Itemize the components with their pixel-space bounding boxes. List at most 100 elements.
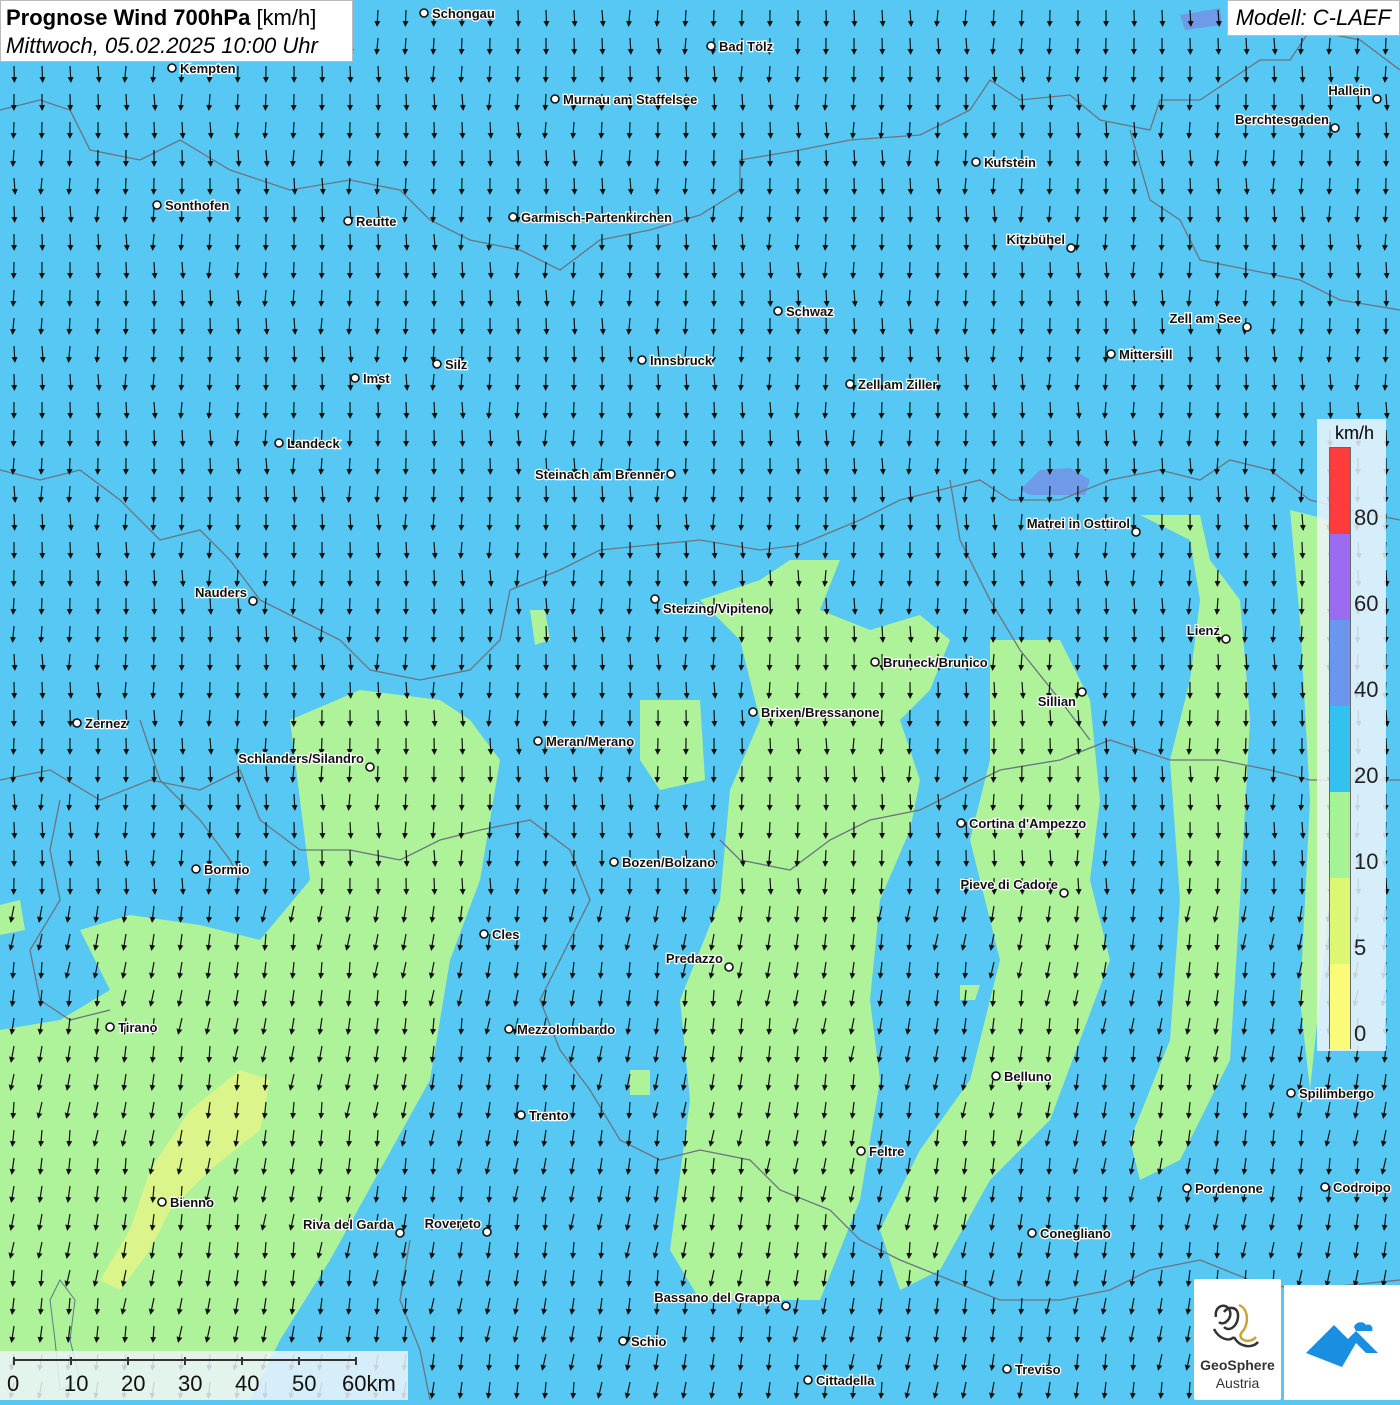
wind-map[interactable]: SchongauBad TölzKemptenMurnau am Staffel… (0, 0, 1400, 1400)
wind-arrow (713, 178, 714, 192)
wind-arrow (937, 122, 938, 136)
wind-arrow (1273, 458, 1274, 472)
wind-arrow (13, 122, 14, 136)
wind-arrow (461, 654, 462, 668)
wind-arrow (377, 318, 378, 332)
wind-arrow (1217, 570, 1218, 584)
wind-arrow (1161, 402, 1162, 416)
city-dot-icon (396, 1229, 404, 1237)
city-marker[interactable]: Zell am Ziller (846, 377, 937, 392)
scale-tick (241, 1357, 243, 1365)
wind-arrow (97, 178, 98, 192)
wind-arrow (406, 850, 407, 864)
wind-arrow (910, 794, 911, 808)
city-label: Cles (492, 927, 519, 942)
wind-arrow (630, 822, 631, 836)
wind-arrow (574, 626, 575, 640)
wind-arrow (713, 10, 714, 24)
city-dot-icon (957, 819, 965, 827)
legend-segment (1330, 792, 1350, 878)
wind-arrow (41, 290, 42, 304)
city-label: Treviso (1015, 1362, 1061, 1377)
wind-arrow (461, 206, 462, 220)
wind-arrow (490, 430, 491, 444)
wind-arrow (42, 682, 43, 696)
city-marker[interactable]: Cortina d'Ampezzo (957, 816, 1086, 831)
city-dot-icon (249, 597, 257, 605)
city-marker[interactable]: Steinach am Brenner (535, 467, 675, 482)
city-marker[interactable]: Mezzolombardo (505, 1022, 615, 1037)
wind-arrow (1161, 94, 1162, 108)
wind-arrow (881, 710, 882, 724)
city-label: Schongau (432, 6, 495, 21)
wind-arrow (461, 38, 462, 52)
wind-arrow (601, 570, 602, 584)
wind-arrow (41, 766, 42, 780)
wind-arrow (322, 654, 323, 668)
wind-arrow (1022, 94, 1023, 108)
city-marker[interactable]: Bozen/Bolzano (610, 855, 715, 870)
wind-arrow (237, 94, 238, 108)
city-dot-icon (1243, 323, 1251, 331)
city-marker[interactable]: Murnau am Staffelsee (551, 92, 697, 107)
wind-arrow (741, 346, 742, 360)
city-label: Zernez (85, 716, 127, 731)
wind-arrow (1385, 206, 1386, 220)
city-label: Tirano (118, 1020, 158, 1035)
city-dot-icon (1107, 350, 1115, 358)
wind-arrow (1077, 346, 1078, 360)
wind-arrow (574, 486, 575, 500)
city-label: Bruneck/Brunico (883, 655, 988, 670)
wind-arrow (1049, 654, 1050, 668)
wind-arrow (1329, 178, 1330, 192)
title-unit: [km/h] (256, 5, 316, 30)
wind-arrow (1106, 290, 1107, 304)
city-marker[interactable]: Bruneck/Brunico (871, 655, 988, 670)
partner-logo[interactable] (1284, 1285, 1400, 1400)
wind-arrow (210, 598, 211, 612)
geosphere-logo[interactable]: GeoSphere Austria (1194, 1279, 1281, 1400)
city-dot-icon (619, 1337, 627, 1345)
wind-arrow (1050, 710, 1051, 724)
city-marker[interactable]: Sonthofen (153, 198, 229, 213)
wind-arrow (1021, 794, 1022, 808)
city-marker[interactable]: Meran/Merano (534, 734, 634, 749)
wind-arrow (1302, 66, 1303, 80)
city-marker[interactable]: Brixen/Bressanone (749, 705, 880, 720)
wind-arrow (994, 542, 995, 556)
wind-arrow (685, 318, 686, 332)
city-marker[interactable]: Innsbruck (638, 353, 713, 368)
wind-arrow (546, 766, 547, 780)
wind-arrow (993, 318, 994, 332)
city-marker[interactable]: Pordenone (1183, 1181, 1263, 1196)
wind-arrow (125, 486, 126, 500)
wind-arrow (1301, 150, 1302, 164)
wind-arrow (798, 122, 799, 136)
wind-arrow (518, 598, 519, 612)
legend-label: 0 (1354, 1021, 1366, 1047)
city-marker[interactable]: Spilimbergo (1287, 1086, 1374, 1101)
wind-arrow (433, 486, 434, 500)
city-marker[interactable]: Schongau (420, 6, 495, 21)
wind-arrow (1217, 878, 1218, 892)
wind-arrow (434, 878, 435, 892)
city-label: Mezzolombardo (517, 1022, 615, 1037)
city-label: Sillian (1038, 694, 1076, 709)
wind-arrow (462, 430, 463, 444)
wind-arrow (517, 234, 518, 248)
wind-arrow (629, 122, 630, 136)
scale-label: 50 (292, 1371, 316, 1397)
wind-arrow (378, 850, 379, 864)
wind-arrow (853, 850, 854, 864)
wind-arrow (154, 570, 155, 584)
wind-arrow (1162, 766, 1163, 780)
wind-arrow (209, 374, 210, 388)
wind-arrow (1078, 122, 1079, 136)
city-label: Bozen/Bolzano (622, 855, 715, 870)
wind-arrow (938, 346, 939, 360)
wind-arrow (517, 374, 518, 388)
geosphere-emblem-icon (1194, 1287, 1281, 1367)
city-label: Sterzing/Vipiteno (663, 601, 769, 616)
city-marker[interactable]: Garmisch-Partenkirchen (509, 210, 672, 225)
city-marker[interactable]: Conegliano (1028, 1226, 1111, 1241)
